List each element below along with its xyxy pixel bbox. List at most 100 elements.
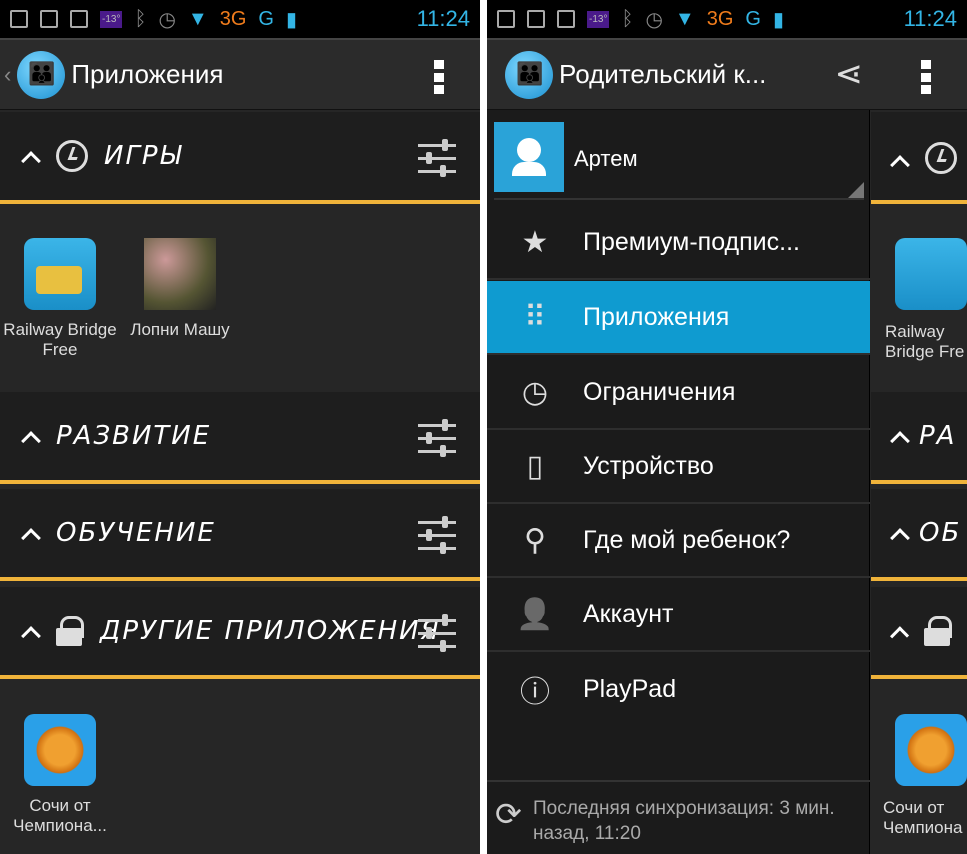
sync-status[interactable]: ⟳ Последняя синхронизация: 3 мин. назад,…	[487, 780, 870, 846]
back-chevron-icon[interactable]: ‹	[4, 62, 11, 88]
overflow-menu-icon[interactable]	[434, 60, 444, 94]
section-development[interactable]: РАЗВИТИЕ	[0, 392, 480, 484]
peek-section-learning: ОБ	[871, 489, 967, 581]
grid-icon: ⠿	[524, 300, 546, 334]
menu-item-label: Ограничения	[583, 377, 736, 406]
menu-item-label: Приложения	[583, 302, 730, 331]
page-title: Родительский к...	[559, 59, 767, 89]
menu-item-label: Где мой ребенок?	[583, 525, 791, 554]
clock-icon	[56, 140, 88, 172]
bluetooth-icon: ᛒ	[134, 7, 147, 30]
app-label: Лопни Машу	[130, 320, 230, 339]
app-railway-bridge[interactable]: Railway Bridge Free	[0, 238, 120, 360]
section-learning[interactable]: ОБУЧЕНИЕ	[0, 489, 480, 581]
menu-item-label: Премиум-подпис...	[583, 227, 800, 256]
settings-sliders-icon[interactable]	[418, 516, 456, 554]
right-screen: -13° ᛒ ◷ ▼ 3G G ▮ 11:24 Родительский к..…	[487, 0, 967, 854]
collapse-chevron-icon	[890, 431, 910, 451]
section-title: ИГРЫ	[104, 141, 183, 171]
section-title: ОБ	[919, 518, 962, 548]
phone-icon: ▯	[526, 449, 544, 483]
collapse-chevron-icon	[890, 626, 910, 646]
share-icon[interactable]: ⋖	[835, 54, 864, 94]
section-title: ОБУЧЕНИЕ	[56, 518, 216, 548]
gmail-icon	[40, 10, 58, 28]
sync-text: Последняя синхронизация: 3 мин. назад, 1…	[533, 798, 835, 844]
dropdown-corner-icon	[848, 182, 864, 198]
clock: 11:24	[903, 6, 957, 31]
weather-temp: -13°	[587, 10, 610, 28]
section-title: ДРУГИЕ ПРИЛОЖЕНИЯ	[100, 616, 441, 646]
status-bar: -13° ᛒ ◷ ▼ 3G G ▮ 11:24	[0, 0, 480, 38]
lock-icon	[924, 616, 952, 646]
collapse-chevron-icon[interactable]	[21, 528, 41, 548]
railway-app-icon	[24, 238, 96, 310]
user-name: Артем	[574, 146, 638, 171]
menu-item-playpad[interactable]: ⓘ PlayPad	[487, 652, 870, 726]
info-icon: ⓘ	[520, 676, 550, 709]
collapse-chevron-icon[interactable]	[21, 626, 41, 646]
action-bar: ‹ Приложения	[0, 38, 480, 110]
app-label: Сочи от Чемпиона...	[13, 796, 107, 835]
status-bar: -13° ᛒ ◷ ▼ 3G G ▮ 11:24	[487, 0, 967, 38]
overflow-menu-icon[interactable]	[921, 60, 931, 94]
railway-app-icon	[895, 238, 967, 310]
menu-item-label: Устройство	[583, 451, 714, 480]
collapse-chevron-icon	[890, 155, 910, 175]
section-title: РА	[919, 421, 957, 451]
settings-sliders-icon[interactable]	[418, 419, 456, 457]
app-label: Сочи от Чемпиона	[883, 798, 963, 837]
collapse-chevron-icon	[890, 528, 910, 548]
sync-icon: ⟳	[495, 796, 522, 832]
page-title: Приложения	[71, 59, 224, 89]
collapse-chevron-icon[interactable]	[21, 431, 41, 451]
action-bar: Родительский к... ⋖	[487, 38, 967, 110]
battery-icon: ▮	[772, 8, 784, 31]
navigation-drawer: Артем ★ Премиум-подпис... ⠿ Приложения ◷ Ог…	[487, 110, 870, 854]
menu-item-restrictions[interactable]: ◷ Ограничения	[487, 356, 870, 430]
menu-item-label: Аккаунт	[583, 599, 674, 628]
alarm-icon: ◷	[645, 8, 663, 31]
battery-icon: ▮	[285, 8, 297, 31]
app-list: Railway Bridge Free Лопни Машу	[0, 238, 240, 360]
app-logo-icon[interactable]	[17, 50, 66, 99]
app-label: Railway Bridge Fre	[885, 322, 965, 361]
medal-app-icon	[895, 714, 967, 786]
facebook-icon	[70, 10, 88, 28]
network-3g: 3G	[706, 7, 734, 30]
lock-icon	[56, 616, 84, 646]
location-pin-icon: ⚲	[524, 523, 546, 557]
gmail-icon	[527, 10, 545, 28]
menu-item-device[interactable]: ▯ Устройство	[487, 430, 870, 504]
clock: 11:24	[416, 6, 470, 31]
menu-item-account[interactable]: 👤 Аккаунт	[487, 578, 870, 652]
app-sochi[interactable]: Сочи от Чемпиона...	[0, 714, 120, 836]
menu-item-location[interactable]: ⚲ Где мой ребенок?	[487, 504, 870, 578]
app-lopni-mashu[interactable]: Лопни Машу	[120, 238, 240, 360]
section-games[interactable]: ИГРЫ	[0, 112, 480, 204]
wifi-icon: ▼	[674, 7, 695, 30]
section-title: РАЗВИТИЕ	[56, 421, 212, 451]
settings-sliders-icon[interactable]	[418, 139, 456, 177]
network-3g: 3G	[219, 7, 247, 30]
clock-icon: ◷	[521, 375, 549, 409]
wifi-icon: ▼	[187, 7, 208, 30]
content-behind-drawer: Railway Bridge Fre РА ОБ Сочи от Чемпион…	[871, 110, 967, 854]
settings-sliders-icon[interactable]	[418, 614, 456, 652]
app-label: Railway Bridge Free	[3, 320, 117, 359]
user-selector[interactable]: Артем	[494, 122, 864, 200]
clock-icon	[925, 142, 957, 174]
peek-section-development: РА	[871, 392, 967, 484]
gallery-icon	[10, 10, 28, 28]
gallery-icon	[497, 10, 515, 28]
menu-item-label: PlayPad	[583, 674, 677, 703]
network-g: G	[745, 7, 761, 30]
medal-app-icon	[24, 714, 96, 786]
menu-item-apps[interactable]: ⠿ Приложения	[487, 281, 870, 355]
account-icon: 👤	[516, 597, 554, 631]
collapse-chevron-icon[interactable]	[21, 151, 41, 171]
bluetooth-icon: ᛒ	[621, 7, 634, 30]
section-other-apps[interactable]: ДРУГИЕ ПРИЛОЖЕНИЯ	[0, 587, 480, 679]
app-logo-icon[interactable]	[505, 50, 553, 99]
menu-item-premium[interactable]: ★ Премиум-подпис...	[487, 206, 870, 280]
